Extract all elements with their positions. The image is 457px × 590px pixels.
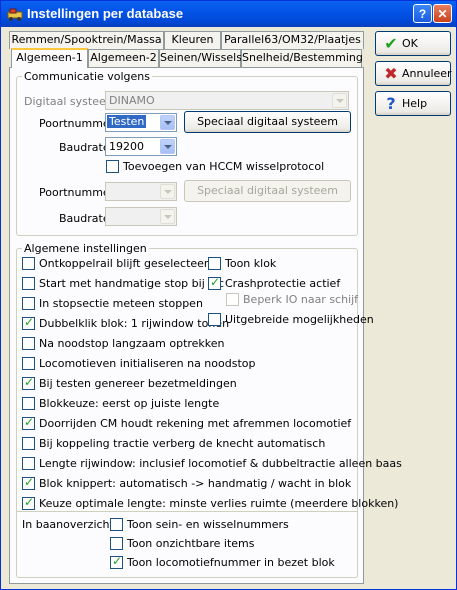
- poort2-label: Poortnummer: [39, 186, 115, 199]
- algemeen-left-label-12: Keuze optimale lengte: minste verlies ru…: [39, 497, 399, 510]
- algemeen-left-checkbox-11[interactable]: ✓: [22, 475, 35, 490]
- tab-algemeen-1[interactable]: Algemeen-1: [11, 48, 88, 68]
- tab-kleuren[interactable]: Kleuren: [164, 31, 221, 49]
- digitaal-value: DINAMO: [109, 94, 155, 107]
- poort1-combo[interactable]: Testen: [105, 113, 177, 132]
- ok-button[interactable]: ✔ OK: [375, 31, 451, 56]
- algemeen-left-label-0: Ontkoppelrail blijft geselecteerd: [39, 257, 216, 270]
- checkmark-icon: ✓: [24, 495, 35, 509]
- algemeen-right-checkbox-1[interactable]: ✓: [208, 275, 221, 290]
- tab-page: Communicatie volgens Digitaal systeem DI…: [9, 67, 402, 584]
- baanoverzicht-checkbox-0[interactable]: [110, 518, 123, 531]
- ok-label: OK: [402, 37, 418, 50]
- special1-button[interactable]: Speciaal digitaal systeem: [184, 111, 351, 133]
- algemeen-right-checkbox-3[interactable]: [208, 313, 221, 326]
- algemeen-right-label-1: Crashprotectie actief: [225, 277, 341, 290]
- algemeen-left-label-5: Locomotieven initialiseren na noodstop: [39, 357, 256, 370]
- poort2-combo[interactable]: [105, 182, 177, 201]
- algemeen-left-label-3: Dubbelklik blok: 1 rijwindow tonen: [39, 317, 230, 330]
- checkmark-icon: ✓: [210, 275, 221, 289]
- baanoverzicht-checkbox-1[interactable]: [110, 537, 123, 550]
- poort1-value: Testen: [105, 114, 148, 129]
- poort1-label: Poortnummer: [39, 117, 115, 130]
- baud2-combo[interactable]: [105, 207, 177, 226]
- communicatie-legend: Communicatie volgens: [22, 70, 153, 83]
- algemeen-legend: Algemene instellingen: [22, 242, 149, 255]
- algemeen-right-label-2: Beperk IO naar schijf: [243, 293, 359, 306]
- help-label: Help: [402, 97, 428, 110]
- baud1-value: 19200: [109, 140, 144, 153]
- checkmark-icon: ✓: [24, 475, 35, 489]
- checkmark-icon: ✓: [24, 415, 35, 429]
- app-icon: [7, 8, 23, 21]
- question-icon: ?: [386, 94, 396, 113]
- divider: [17, 511, 357, 512]
- baanoverzicht-checkbox-2[interactable]: ✓: [110, 554, 123, 569]
- algemeen-left-checkbox-1[interactable]: [22, 277, 35, 290]
- baanoverzicht-label: In baanoverzicht: [22, 518, 114, 531]
- cancel-label: Annuleer: [402, 67, 452, 80]
- algemeen-left-checkbox-9[interactable]: [22, 437, 35, 450]
- checkmark-icon: ✓: [112, 554, 123, 568]
- digitaal-combo[interactable]: DINAMO: [105, 91, 349, 110]
- algemeen-right-checkbox-0[interactable]: [208, 257, 221, 270]
- window-title: Instellingen per database: [27, 6, 184, 21]
- tab-remmen[interactable]: Remmen/Spooktrein/Massa: [9, 31, 164, 49]
- algemeen-left-label-8: Doorrijden CM houdt rekening met afremme…: [39, 417, 352, 430]
- algemeen-left-label-1: Start met handmatige stop bij loc: [39, 277, 225, 290]
- algemeen-left-checkbox-4[interactable]: [22, 337, 35, 350]
- algemeen-left-checkbox-0[interactable]: [22, 257, 35, 270]
- baanoverzicht-label-0: Toon sein- en wisselnummers: [127, 518, 289, 531]
- special2-button[interactable]: Speciaal digitaal systeem: [184, 180, 351, 202]
- algemeen-right-label-3: Uitgebreide mogelijkheden: [225, 313, 374, 326]
- tab-algemeen-2[interactable]: Algemeen-2: [88, 49, 159, 67]
- baud2-label: Baudrate: [59, 212, 110, 225]
- help-button[interactable]: ? Help: [375, 91, 451, 116]
- algemeen-left-checkbox-6[interactable]: ✓: [22, 375, 35, 390]
- chevron-down-icon[interactable]: [160, 209, 175, 224]
- checkmark-icon: ✔: [384, 34, 398, 53]
- digitaal-label: Digitaal systeem: [24, 95, 117, 108]
- algemeen-left-label-11: Blok knippert: automatisch -> handmatig …: [39, 477, 352, 490]
- algemeen-left-checkbox-10[interactable]: [22, 457, 35, 470]
- cancel-button[interactable]: ✖ Annuleer: [375, 61, 452, 86]
- algemeen-left-label-10: Lengte rijwindow: inclusief locomotief &…: [39, 457, 402, 470]
- title-bar[interactable]: Instellingen per database ? ✕: [1, 1, 456, 27]
- checkmark-icon: ✓: [24, 375, 35, 389]
- algemeen-right-checkbox-2[interactable]: [226, 293, 239, 306]
- algemeen-left-checkbox-7[interactable]: [22, 397, 35, 410]
- title-help-button[interactable]: ?: [413, 4, 432, 23]
- chevron-down-icon[interactable]: [332, 93, 347, 108]
- hccm-checkbox[interactable]: [106, 160, 119, 173]
- algemeen-left-checkbox-5[interactable]: [22, 357, 35, 370]
- checkmark-icon: ✓: [24, 315, 35, 329]
- algemeen-left-checkbox-8[interactable]: ✓: [22, 415, 35, 430]
- baud1-combo[interactable]: 19200: [105, 137, 177, 156]
- algemeen-left-checkbox-3[interactable]: ✓: [22, 315, 35, 330]
- tab-snelheid[interactable]: Snelheid/Bestemming: [241, 49, 363, 67]
- algemeen-left-label-7: Blokkeuze: eerst op juiste lengte: [39, 397, 220, 410]
- algemeen-left-label-4: Na noodstop langzaam optrekken: [39, 337, 225, 350]
- chevron-down-icon[interactable]: [160, 184, 175, 199]
- algemeen-left-checkbox-12[interactable]: ✓: [22, 495, 35, 510]
- title-close-button[interactable]: ✕: [433, 4, 452, 23]
- baanoverzicht-label-2: Toon locomotiefnummer in bezet blok: [127, 556, 335, 569]
- x-icon: ✖: [384, 64, 398, 83]
- tab-parallel[interactable]: Parallel63/OM32/Plaatjes: [221, 31, 364, 49]
- hccm-label: Toevoegen van HCCM wisselprotocol: [123, 160, 325, 173]
- dialog-window: Instellingen per database ? ✕ Remmen/Spo…: [0, 0, 457, 590]
- algemeen-left-label-2: In stopsectie meteen stoppen: [39, 297, 203, 310]
- tab-seinen-wissels[interactable]: Seinen/Wissels: [159, 49, 242, 67]
- chevron-down-icon[interactable]: [160, 115, 175, 130]
- algemeen-right-label-0: Toon klok: [225, 257, 277, 270]
- algemeen-left-label-6: Bij testen genereer bezetmeldingen: [39, 377, 237, 390]
- baanoverzicht-label-1: Toon onzichtbare items: [127, 537, 255, 550]
- chevron-down-icon[interactable]: [160, 139, 175, 154]
- algemeen-left-checkbox-2[interactable]: [22, 297, 35, 310]
- algemeen-left-label-9: Bij koppeling tractie verberg de knecht …: [39, 437, 326, 450]
- baud1-label: Baudrate: [59, 141, 110, 154]
